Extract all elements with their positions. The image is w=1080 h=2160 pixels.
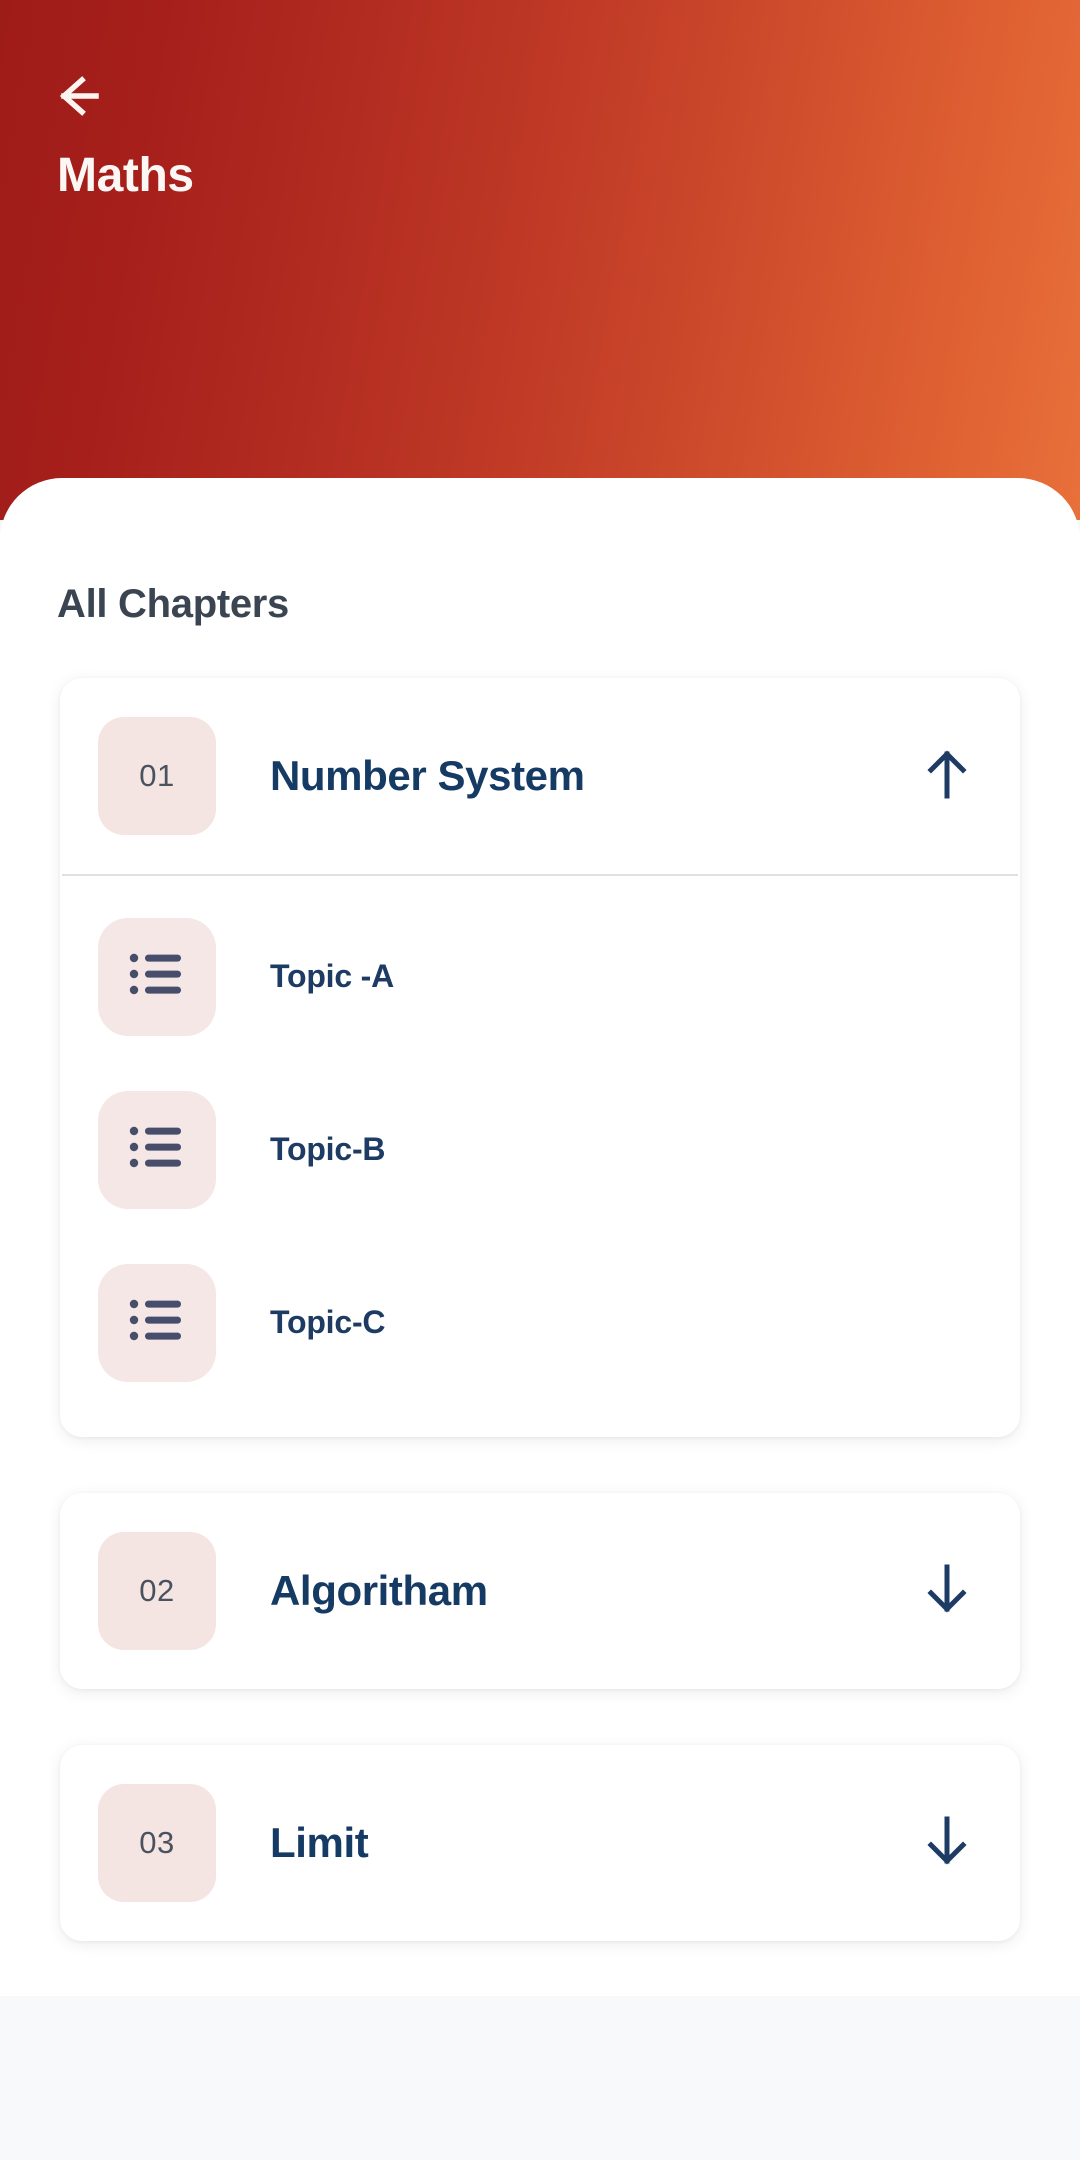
topic-icon-wrapper <box>98 917 216 1036</box>
list-icon <box>127 1123 187 1176</box>
list-icon <box>127 950 187 1003</box>
chapter-card[interactable]: 03 Limit <box>60 1745 1020 1941</box>
topic-icon-wrapper <box>98 1090 216 1209</box>
arrow-down-icon <box>921 1561 973 1622</box>
topic-icon-wrapper <box>98 1263 216 1382</box>
chapter-title: Number System <box>270 752 585 799</box>
page-title: Maths <box>57 149 194 202</box>
list-icon <box>127 1296 187 1349</box>
arrow-down-icon <box>921 1813 973 1874</box>
topic-label: Topic-B <box>270 1131 386 1167</box>
topic-row[interactable]: Topic-B <box>60 1063 1020 1236</box>
topic-row[interactable]: Topic -A <box>60 890 1020 1063</box>
chapter-title: Limit <box>270 1819 369 1866</box>
topic-label: Topic -A <box>270 958 395 994</box>
chapter-card[interactable]: 02 Algoritham <box>60 1493 1020 1689</box>
chapter-number-badge: 02 <box>98 1532 216 1650</box>
chapter-expand-button[interactable] <box>912 1556 982 1626</box>
chapter-number: 02 <box>139 1573 175 1608</box>
chapter-list: 01 Number System Topic -A Topic-B Topic-… <box>60 678 1020 1997</box>
topic-row[interactable]: Topic-C <box>60 1236 1020 1409</box>
chapter-expand-button[interactable] <box>912 1808 982 1878</box>
section-title: All Chapters <box>57 582 290 626</box>
chapter-title: Algoritham <box>270 1567 488 1614</box>
arrow-up-icon <box>921 746 973 807</box>
chapter-header[interactable]: 01 Number System <box>60 678 1020 874</box>
topic-label: Topic-C <box>270 1304 386 1340</box>
chapter-number: 03 <box>139 1825 175 1860</box>
bottom-area <box>0 1996 1080 2160</box>
arrow-left-icon <box>44 72 106 120</box>
chapter-collapse-button[interactable] <box>912 741 982 811</box>
chapter-number-badge: 03 <box>98 1784 216 1902</box>
back-button[interactable] <box>44 60 134 132</box>
chapter-header[interactable]: 02 Algoritham <box>60 1493 1020 1689</box>
topic-list: Topic -A Topic-B Topic-C <box>60 876 1020 1437</box>
chapter-number-badge: 01 <box>98 717 216 835</box>
app-header: Maths <box>0 0 1080 520</box>
chapter-header[interactable]: 03 Limit <box>60 1745 1020 1941</box>
chapter-card[interactable]: 01 Number System Topic -A Topic-B Topic-… <box>60 678 1020 1437</box>
chapter-number: 01 <box>139 758 175 793</box>
content-sheet: All Chapters 01 Number System Topic -A T… <box>0 478 1080 1996</box>
